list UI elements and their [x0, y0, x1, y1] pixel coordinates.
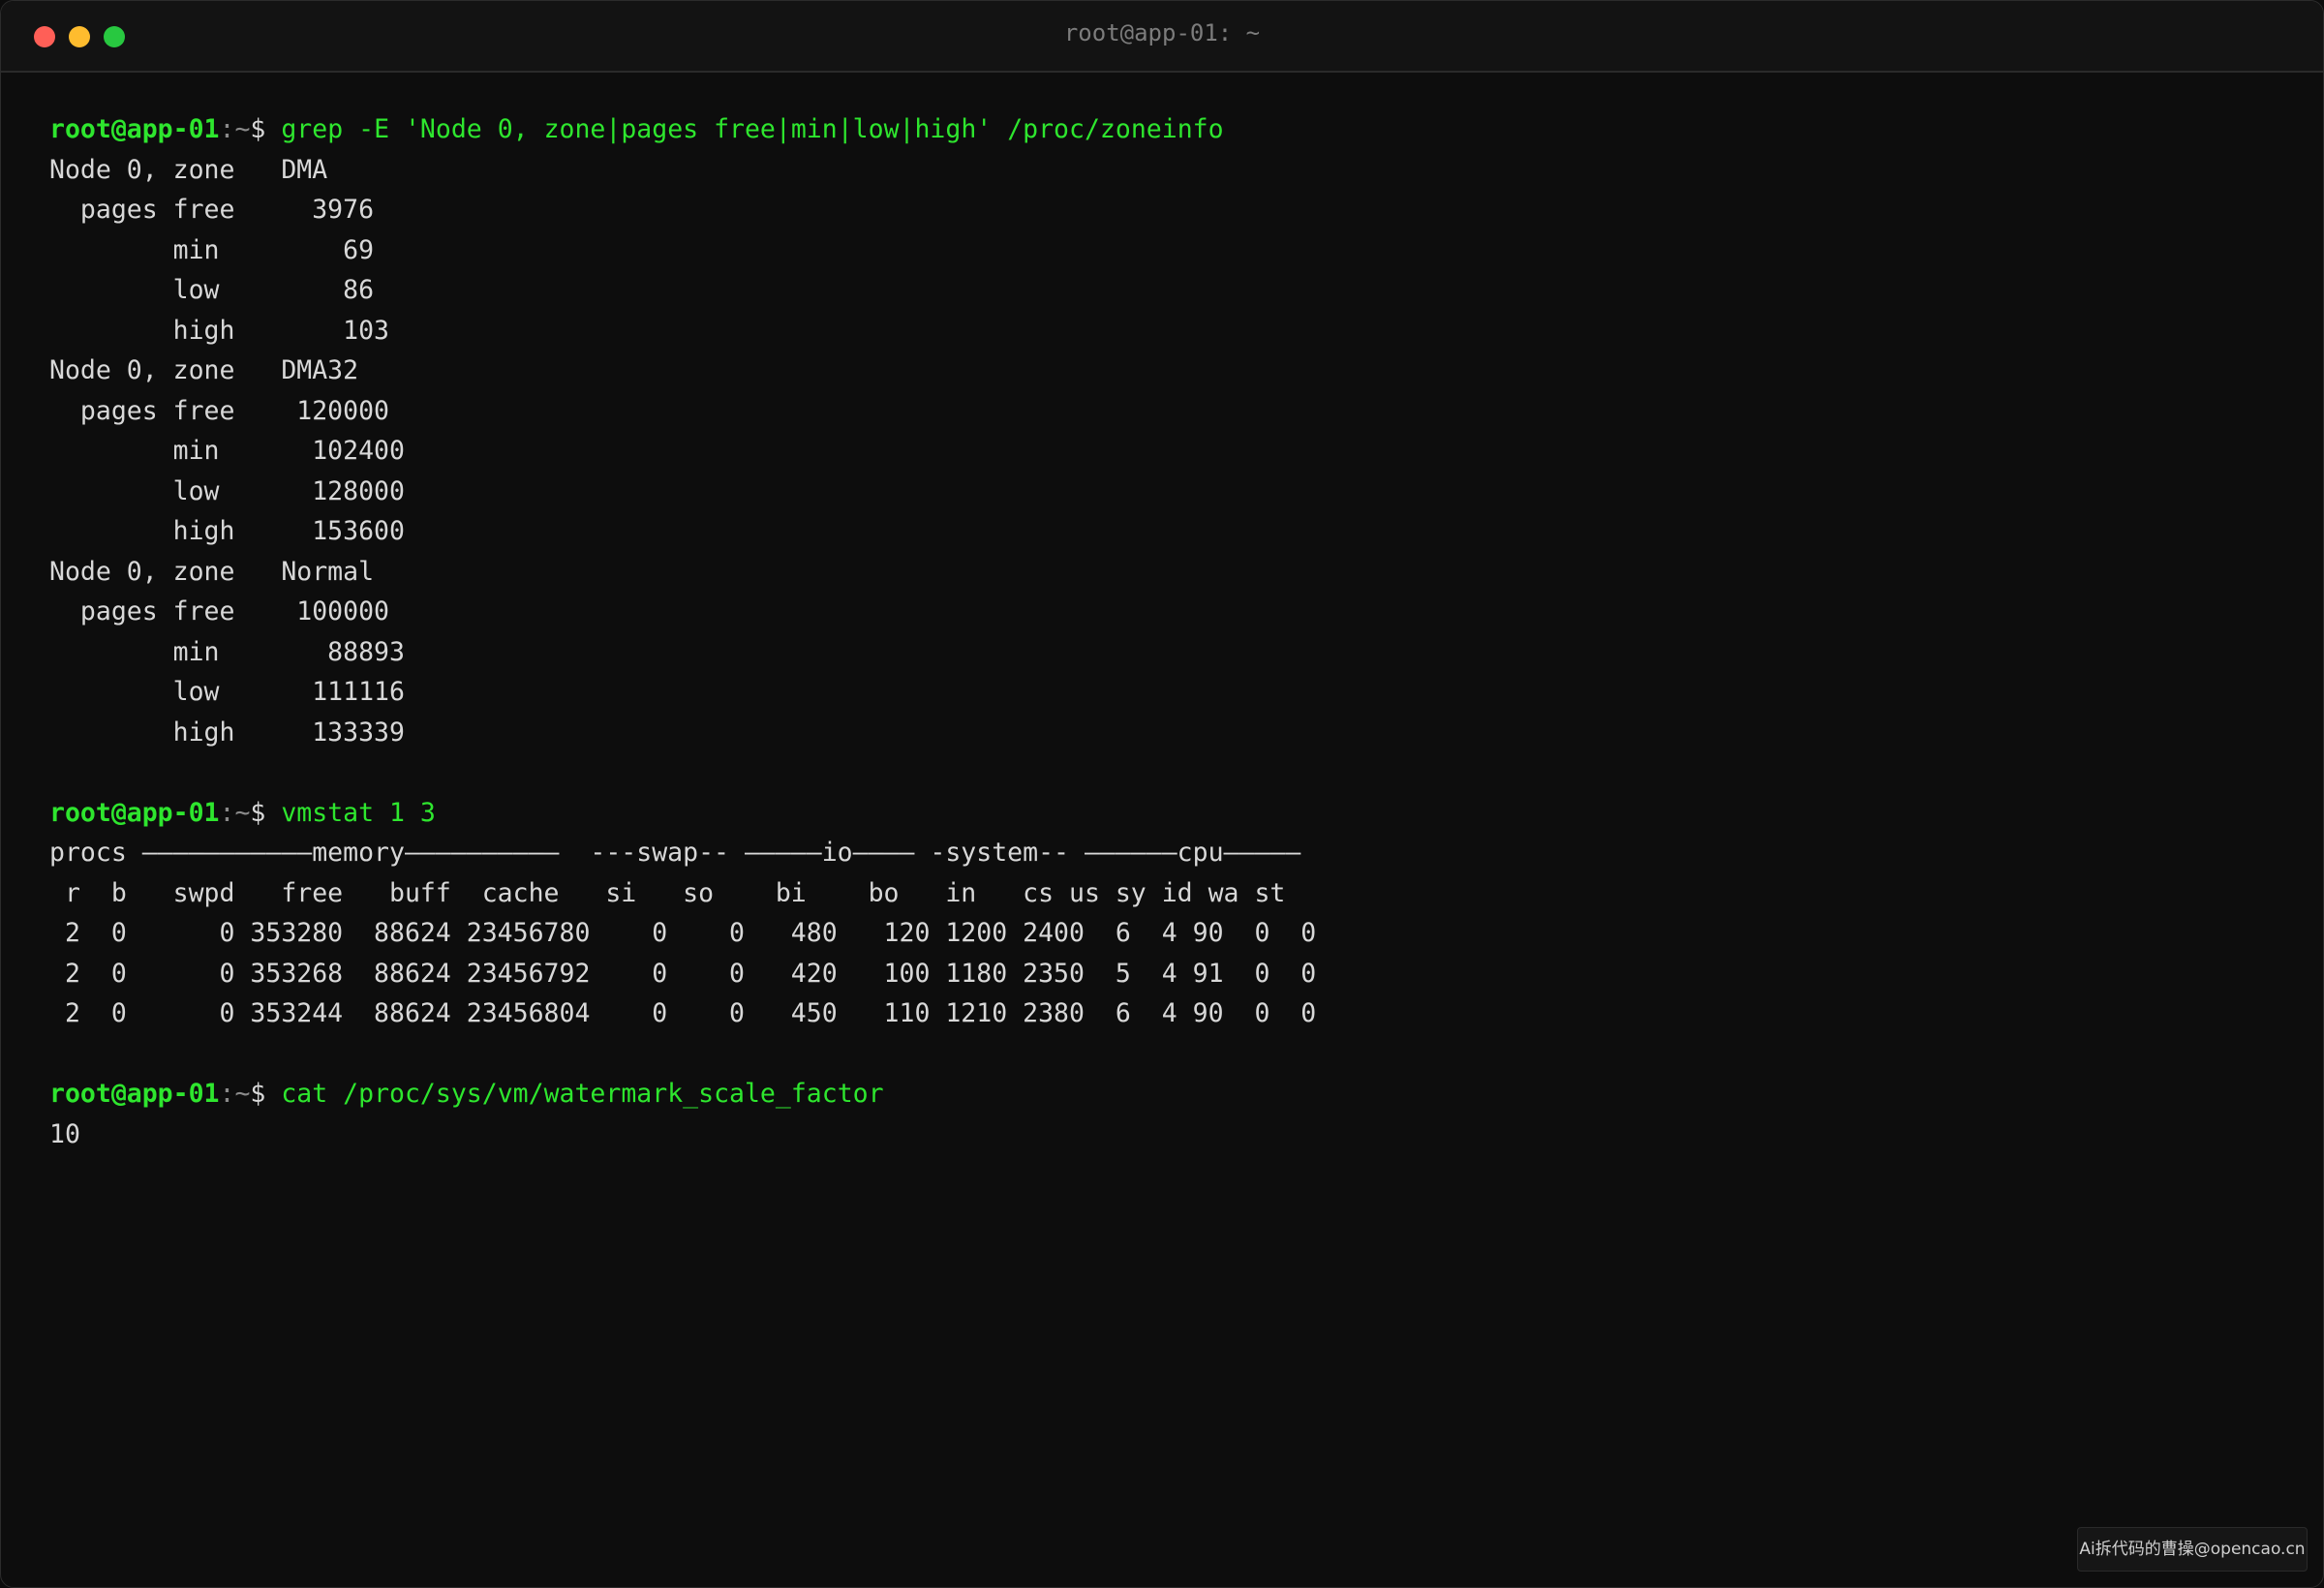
output-line: Node 0, zone DMA32 — [49, 355, 359, 385]
prompt-line: root@app-01:~$ vmstat 1 3 — [49, 793, 2284, 834]
output-line: pages free 100000 — [49, 596, 389, 626]
prompt-user-host: root@app-01 — [49, 114, 220, 144]
output-line: high 153600 — [49, 516, 405, 546]
output-line: pages free 120000 — [49, 395, 389, 426]
output-line: min 102400 — [49, 436, 405, 466]
prompt-path: :~ — [219, 797, 251, 828]
output-line: 2 0 0 353280 88624 23456780 0 0 480 120 … — [49, 918, 1317, 948]
output-line: Node 0, zone DMA — [49, 154, 328, 185]
output-line: min 69 — [49, 234, 375, 265]
watermark-badge: Ai拆代码的曹操@opencao.cn — [2077, 1527, 2308, 1572]
output-line: Node 0, zone Normal — [49, 556, 375, 587]
output-line: low 86 — [49, 275, 375, 305]
terminal-output[interactable]: root@app-01:~$ grep -E 'Node 0, zone|pag… — [49, 109, 2284, 1154]
prompt-path: :~ — [219, 114, 251, 144]
prompt-path: :~ — [219, 1079, 251, 1109]
output-line: 2 0 0 353268 88624 23456792 0 0 420 100 … — [49, 958, 1317, 989]
prompt-line: root@app-01:~$ grep -E 'Node 0, zone|pag… — [49, 109, 2284, 150]
output-line: pages free 3976 — [49, 195, 375, 225]
output-line: high 133339 — [49, 717, 405, 748]
terminal-window: root@app-01: ~ root@app-01:~$ grep -E 'N… — [0, 0, 2324, 1588]
prompt-symbol: $ — [250, 1079, 282, 1109]
prompt-symbol: $ — [250, 797, 282, 828]
prompt-symbol: $ — [250, 114, 282, 144]
output-line: procs ———————————memory—————————— ---swa… — [49, 838, 1301, 868]
command-text: grep -E 'Node 0, zone|pages free|min|low… — [281, 114, 1224, 144]
window-title: root@app-01: ~ — [1063, 19, 1261, 46]
output-line: r b swpd free buff cache si so bi bo in … — [49, 877, 1286, 908]
prompt-user-host: root@app-01 — [49, 1079, 220, 1109]
command-text: cat /proc/sys/vm/watermark_scale_factor — [281, 1079, 884, 1109]
title-bar[interactable]: root@app-01: ~ — [1, 1, 2323, 73]
output-line: 10 — [49, 1118, 80, 1149]
output-line: low 128000 — [49, 475, 405, 506]
output-line: high 103 — [49, 315, 389, 346]
output-line: min 88893 — [49, 636, 405, 667]
command-text: vmstat 1 3 — [281, 797, 436, 828]
prompt-line: root@app-01:~$ cat /proc/sys/vm/watermar… — [49, 1074, 2284, 1115]
prompt-user-host: root@app-01 — [49, 797, 220, 828]
output-line: low 111116 — [49, 677, 405, 707]
output-line: 2 0 0 353244 88624 23456804 0 0 450 110 … — [49, 998, 1317, 1028]
